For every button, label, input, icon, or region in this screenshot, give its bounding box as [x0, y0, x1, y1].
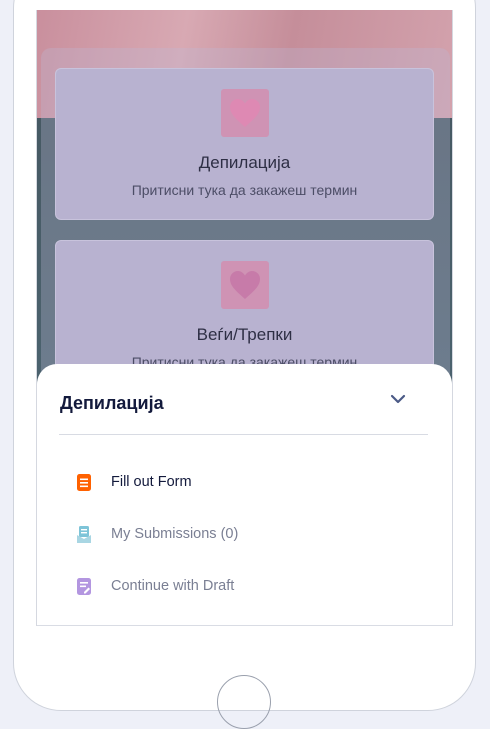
card-title: Веѓи/Трепки: [196, 325, 293, 344]
heart-icon-box: [221, 261, 269, 309]
my-submissions-label: My Submissions (0): [111, 526, 239, 542]
heart-icon-box: [221, 89, 269, 137]
card-depilation[interactable]: Депилација Притисни тука да закажеш терм…: [55, 68, 434, 220]
submissions-icon: [77, 526, 91, 543]
card-title: Депилација: [198, 153, 291, 172]
heart-icon: [230, 99, 260, 127]
continue-draft-label: Continue with Draft: [111, 578, 235, 594]
divider: [59, 434, 428, 435]
sheet-title: Депилација: [60, 393, 164, 413]
form-icon: [77, 474, 91, 491]
fill-out-form-label: Fill out Form: [111, 474, 192, 490]
card-subtitle: Притисни тука да закажеш термин: [131, 182, 358, 198]
heart-icon: [230, 271, 260, 299]
fill-out-form-item[interactable]: Fill out Form: [77, 472, 407, 498]
draft-icon: [77, 578, 91, 595]
app-screen: Депилација Притисни тука да закажеш терм…: [36, 10, 453, 626]
home-button[interactable]: [217, 675, 271, 729]
my-submissions-item[interactable]: My Submissions (0): [77, 524, 407, 550]
chevron-down-icon[interactable]: [389, 392, 407, 406]
bottom-sheet: Депилација Fill out Form My Submissions …: [37, 364, 452, 626]
continue-draft-item[interactable]: Continue with Draft: [77, 576, 407, 602]
